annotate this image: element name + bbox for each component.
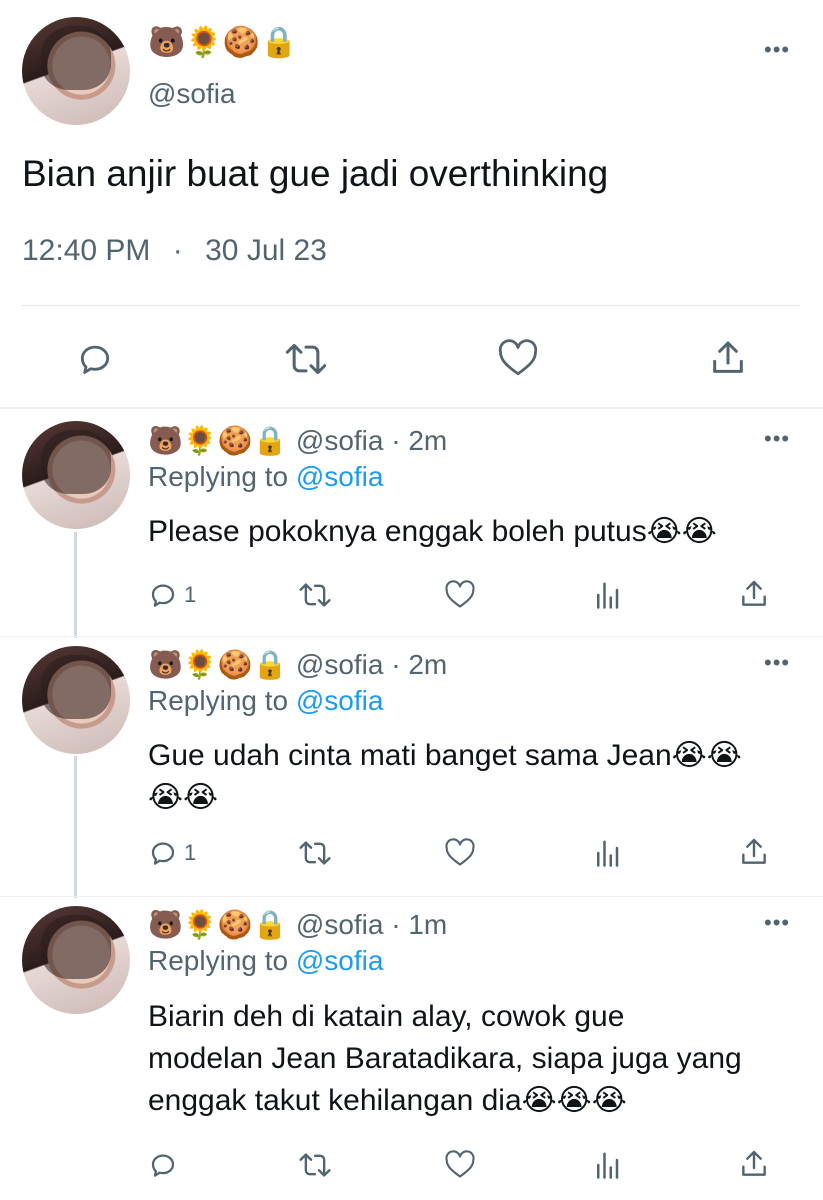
time: 12:40 PM: [22, 234, 151, 267]
like-icon[interactable]: [497, 338, 539, 378]
display-name: 🐻🌻🍪🔒: [148, 648, 288, 681]
reply-icon[interactable]: [148, 838, 178, 868]
display-name: 🐻🌻🍪🔒: [148, 25, 298, 60]
share-icon[interactable]: [738, 1148, 770, 1180]
mention-link[interactable]: @sofia: [296, 461, 384, 492]
tweet-text: Bian anjir buat gue jadi overthinking: [22, 153, 609, 194]
reply-text: Biarin deh di katain alay, cowok gue mod…: [148, 996, 742, 1122]
display-name: 🐻🌻🍪🔒: [148, 908, 288, 941]
reply-text-line: Please pokoknya enggak boleh putus😭😭: [148, 515, 717, 548]
avatar[interactable]: [22, 646, 130, 754]
section-divider: [0, 407, 823, 409]
reply-header: 🐻🌻🍪🔒 @sofia · 1m: [148, 908, 447, 941]
replying-label: Replying to: [148, 685, 296, 716]
reply-text: Gue udah cinta mati banget sama Jean😭😭 😭…: [148, 735, 742, 819]
share-icon[interactable]: [738, 578, 770, 610]
handle[interactable]: @sofia: [148, 78, 236, 110]
reply-icon[interactable]: [148, 1150, 178, 1180]
reply-text-line: 😭😭: [148, 781, 219, 814]
reply-text-line: Biarin deh di katain alay, cowok gue: [148, 1000, 625, 1033]
divider: [0, 896, 823, 897]
divider: [22, 305, 800, 306]
replying-label: Replying to: [148, 461, 296, 492]
avatar[interactable]: [22, 421, 130, 529]
avatar[interactable]: [22, 906, 130, 1014]
timestamp: 12:40 PM · 30 Jul 23: [22, 234, 327, 268]
thread-line: [74, 756, 77, 898]
separator: ·: [172, 234, 183, 267]
share-icon[interactable]: [738, 836, 770, 868]
reply-header: 🐻🌻🍪🔒 @sofia · 2m: [148, 648, 447, 681]
reply-text-line: enggak takut kehilangan dia😭😭😭: [148, 1084, 627, 1117]
views-icon[interactable]: [594, 838, 620, 868]
retweet-icon[interactable]: [298, 838, 332, 868]
retweet-icon[interactable]: [284, 340, 328, 378]
reply-count: 1: [184, 582, 197, 607]
replying-to: Replying to @sofia: [148, 945, 383, 977]
handle-time: @sofia · 2m: [295, 649, 448, 680]
views-icon[interactable]: [594, 1150, 620, 1180]
divider: [0, 636, 823, 637]
replying-label: Replying to: [148, 945, 296, 976]
mention-link[interactable]: @sofia: [296, 945, 384, 976]
reply-text-line: Gue udah cinta mati banget sama Jean😭😭: [148, 739, 742, 772]
more-icon[interactable]: •••: [764, 912, 790, 934]
handle-time: @sofia · 1m: [295, 909, 448, 940]
handle-time: @sofia · 2m: [295, 425, 448, 456]
replying-to: Replying to @sofia: [148, 461, 383, 493]
retweet-icon[interactable]: [298, 580, 332, 610]
like-icon[interactable]: [444, 1149, 476, 1180]
more-icon[interactable]: •••: [764, 652, 790, 674]
views-icon[interactable]: [594, 580, 620, 610]
more-icon[interactable]: •••: [764, 428, 790, 450]
share-icon[interactable]: [708, 338, 748, 378]
more-icon[interactable]: •••: [764, 39, 790, 61]
retweet-icon[interactable]: [298, 1150, 332, 1180]
reply-icon[interactable]: [76, 340, 114, 378]
reply-header: 🐻🌻🍪🔒 @sofia · 2m: [148, 424, 447, 457]
replying-to: Replying to @sofia: [148, 685, 383, 717]
like-icon[interactable]: [444, 579, 476, 610]
reply-text-line: modelan Jean Baratadikara, siapa juga ya…: [148, 1042, 742, 1075]
reply-icon[interactable]: [148, 580, 178, 610]
reply-count: 1: [184, 840, 197, 865]
display-name: 🐻🌻🍪🔒: [148, 424, 288, 457]
reply-text: Please pokoknya enggak boleh putus😭😭: [148, 511, 717, 553]
like-icon[interactable]: [444, 837, 476, 868]
avatar[interactable]: [22, 17, 130, 125]
mention-link[interactable]: @sofia: [296, 685, 384, 716]
thread-line: [74, 532, 77, 638]
date: 30 Jul 23: [205, 234, 327, 267]
